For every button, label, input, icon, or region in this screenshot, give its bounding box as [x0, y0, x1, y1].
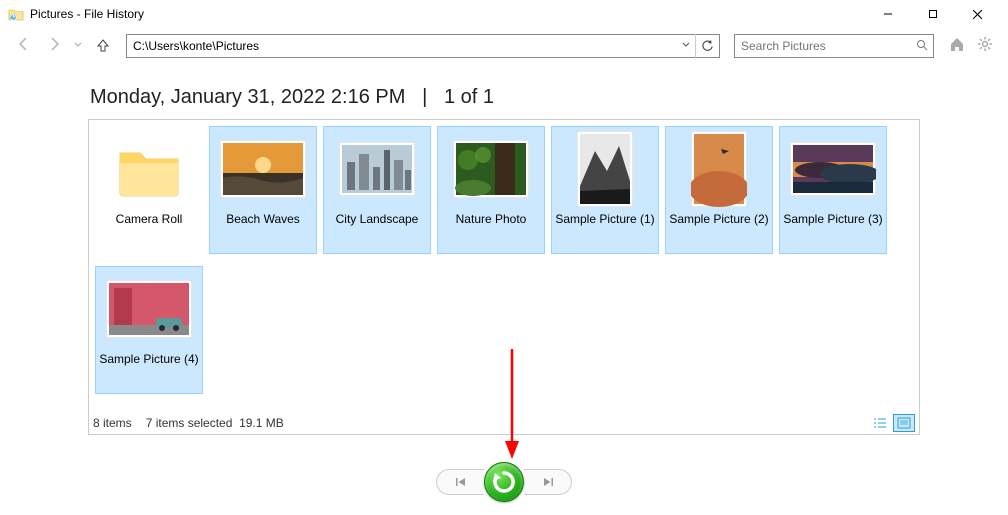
- close-button[interactable]: [955, 0, 1000, 28]
- selection-info: 7 items selected 19.1 MB: [146, 416, 284, 430]
- thumbnails-view-button[interactable]: [893, 414, 915, 432]
- details-view-button[interactable]: [869, 414, 891, 432]
- minimize-button[interactable]: [865, 0, 910, 28]
- address-dropdown[interactable]: [677, 41, 695, 51]
- home-icon[interactable]: [946, 36, 968, 57]
- image-thumbnail: [215, 130, 311, 208]
- history-dropdown[interactable]: [72, 41, 84, 51]
- snapshot-datetime: Monday, January 31, 2022 2:16 PM: [90, 86, 405, 108]
- next-version-button[interactable]: [524, 469, 572, 495]
- image-thumbnail: [785, 130, 881, 208]
- forward-button[interactable]: [42, 36, 66, 57]
- image-item[interactable]: Sample Picture (3): [779, 126, 887, 254]
- search-box: [734, 34, 934, 58]
- search-icon[interactable]: [911, 39, 933, 54]
- item-label: Beach Waves: [226, 212, 300, 226]
- search-input[interactable]: [735, 39, 911, 53]
- item-count: 8 items: [93, 416, 132, 430]
- status-bar: 8 items 7 items selected 19.1 MB: [93, 414, 915, 432]
- image-thumbnail: [557, 130, 653, 208]
- restore-button[interactable]: [484, 462, 524, 502]
- window-title: Pictures - File History: [30, 7, 865, 21]
- back-button[interactable]: [12, 36, 36, 57]
- item-label: Sample Picture (3): [783, 212, 882, 226]
- image-item[interactable]: City Landscape: [323, 126, 431, 254]
- image-thumbnail: [443, 130, 539, 208]
- refresh-button[interactable]: [695, 34, 719, 58]
- up-button[interactable]: [90, 38, 116, 55]
- folder-item[interactable]: Camera Roll: [95, 126, 203, 254]
- maximize-button[interactable]: [910, 0, 955, 28]
- image-item[interactable]: Nature Photo: [437, 126, 545, 254]
- item-label: Sample Picture (1): [555, 212, 654, 226]
- address-input[interactable]: [127, 39, 677, 53]
- image-item[interactable]: Sample Picture (1): [551, 126, 659, 254]
- address-bar: [126, 34, 720, 58]
- image-thumbnail: [329, 130, 425, 208]
- page-indicator: 1 of 1: [444, 86, 494, 108]
- image-thumbnail: [671, 130, 767, 208]
- gear-icon[interactable]: [974, 36, 996, 57]
- file-list: Camera Roll Beach Waves City Landscape Natu…: [88, 119, 920, 435]
- titlebar: Pictures - File History: [0, 0, 1008, 28]
- item-label: Camera Roll: [116, 212, 183, 226]
- image-thumbnail: [101, 270, 197, 348]
- heading: Monday, January 31, 2022 2:16 PM | 1 of …: [0, 64, 1008, 119]
- item-label: Nature Photo: [456, 212, 527, 226]
- image-item[interactable]: Sample Picture (4): [95, 266, 203, 394]
- image-item[interactable]: Beach Waves: [209, 126, 317, 254]
- item-label: Sample Picture (4): [99, 352, 198, 366]
- heading-divider: |: [422, 86, 427, 108]
- item-label: Sample Picture (2): [669, 212, 768, 226]
- previous-version-button[interactable]: [436, 469, 484, 495]
- image-item[interactable]: Sample Picture (2): [665, 126, 773, 254]
- item-label: City Landscape: [336, 212, 419, 226]
- history-controls: [0, 462, 1008, 502]
- folder-history-icon: [8, 6, 24, 22]
- toolbar: [0, 28, 1008, 64]
- window-controls: [865, 0, 1000, 28]
- folder-icon: [101, 130, 197, 208]
